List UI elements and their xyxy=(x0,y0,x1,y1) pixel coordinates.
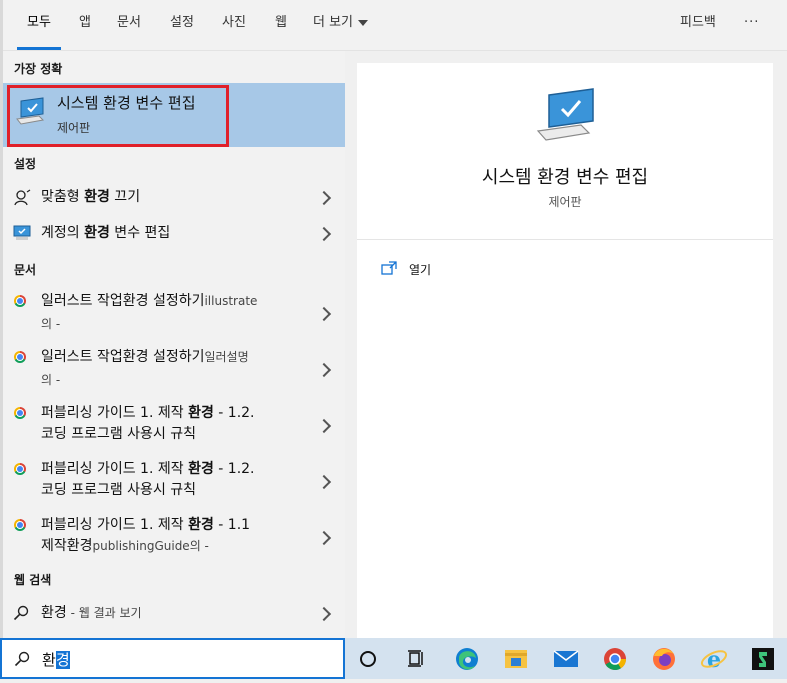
search-query: 환경 xyxy=(42,651,70,669)
app-icon xyxy=(752,648,774,670)
search-input[interactable]: 환경 xyxy=(0,638,345,679)
document-item[interactable]: 퍼블리싱 가이드 1. 제작 환경 - 1.2. 코딩 프로그램 사용시 규칙 xyxy=(3,401,345,453)
web-search-header: 웹 검색 xyxy=(14,573,52,587)
document-subtitle: 의 - xyxy=(41,317,61,331)
document-item[interactable]: 일러스트 작업환경 설정하기illustrate 의 - xyxy=(3,289,345,341)
chrome-icon xyxy=(604,648,626,670)
best-match-subtitle: 제어판 xyxy=(57,121,91,135)
chrome-taskbar-button[interactable] xyxy=(595,638,635,679)
file-explorer-icon xyxy=(505,650,527,668)
chrome-icon xyxy=(14,463,26,475)
tab-documents[interactable]: 문서 xyxy=(117,0,141,50)
document-item[interactable]: 일러스트 작업환경 설정하기일러설명 의 - xyxy=(3,345,345,397)
chrome-icon xyxy=(14,407,26,419)
monitor-icon xyxy=(13,225,31,240)
cortana-button[interactable] xyxy=(348,638,388,679)
system-monitor-large-icon xyxy=(536,88,594,141)
taskbar: e xyxy=(345,638,787,679)
document-subtitle: 제작환경publishingGuide의 - xyxy=(41,538,209,554)
settings-header: 설정 xyxy=(14,157,37,171)
best-match-title: 시스템 환경 변수 편집 xyxy=(57,94,196,112)
chevron-down-icon xyxy=(358,19,369,26)
settings-item-label: 계정의 환경 변수 편집 xyxy=(41,225,171,241)
document-title: 퍼블리싱 가이드 1. 제작 환경 - 1.2. xyxy=(41,461,255,477)
chrome-icon xyxy=(14,351,26,363)
settings-item-label: 맞춤형 환경 끄기 xyxy=(41,189,141,205)
firefox-button[interactable] xyxy=(644,638,684,679)
document-title: 퍼블리싱 가이드 1. 제작 환경 - 1.1 xyxy=(41,517,251,533)
cortana-icon xyxy=(360,651,376,667)
web-search-label: 환경 - 웹 결과 보기 xyxy=(41,605,142,621)
edge-button[interactable] xyxy=(447,638,487,679)
document-subtitle: 코딩 프로그램 사용시 규칙 xyxy=(41,482,197,498)
more-options-button[interactable]: ··· xyxy=(744,0,759,50)
documents-header: 문서 xyxy=(14,263,37,277)
settings-item-account-env-vars[interactable]: 계정의 환경 변수 편집 xyxy=(3,217,345,249)
app-button[interactable] xyxy=(743,638,783,679)
chevron-right-icon xyxy=(316,474,332,490)
search-icon xyxy=(14,651,30,667)
narrator-person-icon xyxy=(14,189,31,206)
tab-settings[interactable]: 설정 xyxy=(170,0,194,50)
ie-button[interactable]: e xyxy=(694,638,734,679)
chevron-right-icon xyxy=(316,226,332,242)
firefox-icon xyxy=(653,648,675,670)
chrome-icon xyxy=(14,295,26,307)
tab-more[interactable]: 더 보기 xyxy=(313,0,369,50)
chevron-right-icon xyxy=(316,418,332,434)
preview-title: 시스템 환경 변수 편집 xyxy=(481,167,649,188)
tab-all[interactable]: 모두 xyxy=(17,0,61,50)
open-external-icon xyxy=(381,261,397,275)
ie-icon: e xyxy=(700,647,728,673)
best-match-header: 가장 정확 xyxy=(14,62,63,76)
tab-apps[interactable]: 앱 xyxy=(79,0,91,50)
mail-icon xyxy=(553,650,579,667)
tab-web[interactable]: 웹 xyxy=(275,0,287,50)
chevron-right-icon xyxy=(316,362,332,378)
document-item[interactable]: 퍼블리싱 가이드 1. 제작 환경 - 1.1 제작환경publishingGu… xyxy=(3,513,345,565)
mail-button[interactable] xyxy=(546,638,586,679)
task-view-icon xyxy=(408,650,423,667)
document-title: 일러스트 작업환경 설정하기illustrate xyxy=(41,293,258,309)
chrome-icon xyxy=(14,519,26,531)
file-explorer-button[interactable] xyxy=(496,638,536,679)
web-search-item[interactable]: 환경 - 웹 결과 보기 xyxy=(3,597,345,629)
document-title: 일러스트 작업환경 설정하기일러설명 xyxy=(41,349,249,365)
open-label: 열기 xyxy=(409,263,432,277)
tab-more-label: 더 보기 xyxy=(313,15,354,30)
divider xyxy=(357,239,773,240)
preview-pane: 시스템 환경 변수 편집 제어판 열기 xyxy=(357,63,773,638)
chevron-right-icon xyxy=(316,530,332,546)
feedback-button[interactable]: 피드백 xyxy=(680,0,716,50)
task-view-button[interactable] xyxy=(397,638,437,679)
edge-icon xyxy=(456,648,478,670)
document-subtitle: 의 - xyxy=(41,373,61,387)
document-subtitle: 코딩 프로그램 사용시 규칙 xyxy=(41,426,197,442)
chevron-right-icon xyxy=(316,190,332,206)
document-item[interactable]: 퍼블리싱 가이드 1. 제작 환경 - 1.2. 코딩 프로그램 사용시 규칙 xyxy=(3,457,345,509)
results-list: 가장 정확 시스템 환경 변수 편집 제어판 설정 맞춤형 환경 끄기 계정의 … xyxy=(3,51,345,638)
preview-subtitle: 제어판 xyxy=(548,195,582,209)
tab-photos[interactable]: 사진 xyxy=(222,0,246,50)
search-scope-tabs: 모두 앱 문서 설정 사진 웹 더 보기 피드백 ··· xyxy=(3,0,787,51)
chevron-right-icon xyxy=(316,606,332,622)
document-title: 퍼블리싱 가이드 1. 제작 환경 - 1.2. xyxy=(41,405,255,421)
settings-item-personalized-env[interactable]: 맞춤형 환경 끄기 xyxy=(3,181,345,213)
search-icon xyxy=(13,605,29,621)
chevron-right-icon xyxy=(316,306,332,322)
